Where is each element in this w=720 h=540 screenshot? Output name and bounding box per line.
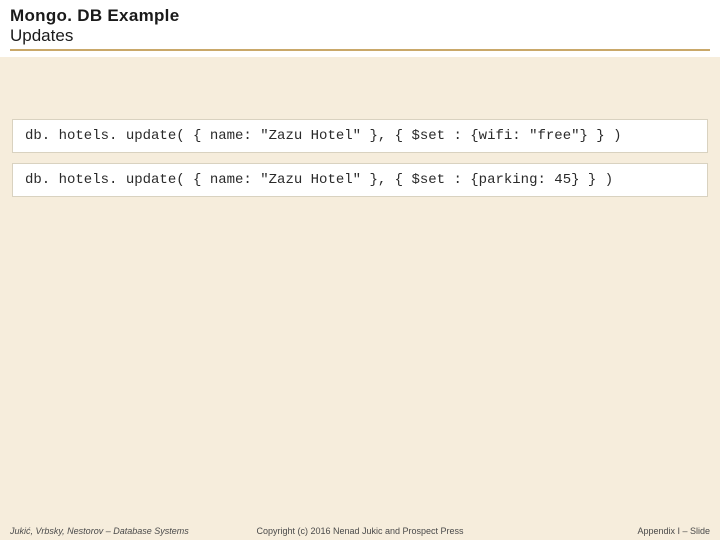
slide-content: db. hotels. update( { name: "Zazu Hotel"… — [0, 59, 720, 207]
header-divider — [10, 49, 710, 51]
footer-left: Jukić, Vrbsky, Nestorov – Database Syste… — [10, 526, 189, 536]
slide-title-line1: Mongo. DB Example — [10, 6, 710, 26]
footer-right: Appendix I – Slide — [637, 526, 710, 536]
slide-header: Mongo. DB Example Updates — [0, 0, 720, 59]
slide-footer: Jukić, Vrbsky, Nestorov – Database Syste… — [0, 526, 720, 536]
footer-center: Copyright (c) 2016 Nenad Jukic and Prosp… — [256, 526, 463, 536]
code-line-2: db. hotels. update( { name: "Zazu Hotel"… — [12, 163, 708, 197]
code-line-1: db. hotels. update( { name: "Zazu Hotel"… — [12, 119, 708, 153]
slide-title-line2: Updates — [10, 26, 710, 46]
